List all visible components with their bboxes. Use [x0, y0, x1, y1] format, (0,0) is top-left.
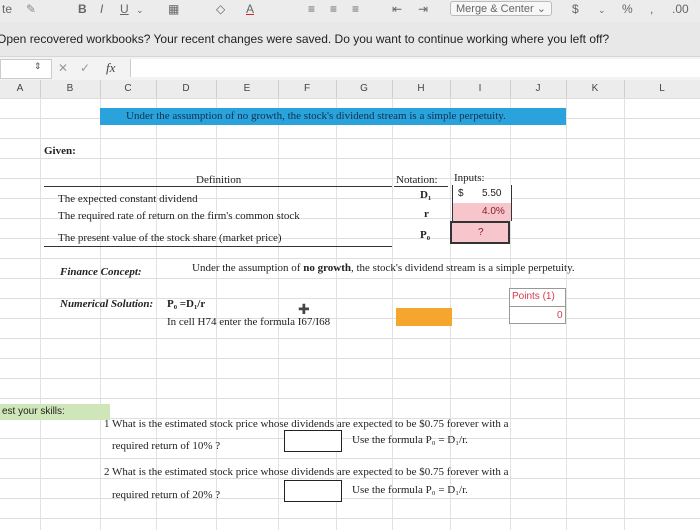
- numerical-solution-label: Numerical Solution:: [60, 298, 154, 310]
- question-1-line-1: What is the estimated stock price whose …: [112, 418, 509, 430]
- underline-button[interactable]: U: [120, 2, 129, 16]
- chevron-down-icon: ⌄: [536, 3, 546, 15]
- banner-text: Under the assumption of no growth, the s…: [126, 110, 506, 122]
- input-dividend-currency: $: [458, 188, 464, 199]
- align-right-icon[interactable]: ≡: [352, 2, 359, 16]
- bold-button[interactable]: B: [78, 2, 87, 16]
- question-2-line-1: What is the estimated stock price whose …: [112, 466, 509, 478]
- align-center-icon[interactable]: ≡: [330, 2, 337, 16]
- name-box-stepper-icon[interactable]: ⇕: [34, 61, 42, 72]
- merge-center-button[interactable]: Merge & Center ⌄: [450, 1, 552, 16]
- confirm-icon[interactable]: ✓: [80, 61, 90, 75]
- ribbon-toolbar: te ✎ B I U ⌄ ▦ ◇ A ≡ ≡ ≡ ⇤ ⇥ Merge & Cen…: [0, 0, 700, 23]
- finance-concept-bold: no growth: [303, 262, 351, 274]
- merge-center-label: Merge & Center: [456, 3, 534, 15]
- align-left-icon[interactable]: ≡: [308, 2, 315, 16]
- answer-cell-h74[interactable]: [396, 308, 452, 326]
- question-1-line-2: required return of 10% ?: [112, 440, 221, 452]
- input-price-value: ?: [478, 227, 484, 238]
- finance-concept-post: , the stock's dividend stream is a simpl…: [350, 262, 575, 274]
- definition-header: Definition: [196, 174, 242, 186]
- comma-style-icon[interactable]: ,: [650, 2, 653, 16]
- name-box[interactable]: [0, 59, 52, 79]
- given-label: Given:: [44, 145, 76, 157]
- column-header-k[interactable]: K: [566, 80, 625, 98]
- finance-concept-label: Finance Concept:: [60, 266, 142, 278]
- question-2-answer-cell[interactable]: [284, 480, 342, 502]
- notation-header: Notation:: [396, 174, 438, 186]
- italic-button[interactable]: I: [100, 2, 103, 16]
- decrease-indent-icon[interactable]: ⇤: [392, 2, 402, 16]
- question-2-line-2: required return of 20% ?: [112, 489, 221, 501]
- cell-cursor-icon: ✚: [298, 301, 310, 317]
- increase-indent-icon[interactable]: ⇥: [418, 2, 428, 16]
- column-header-d[interactable]: D: [156, 80, 217, 98]
- cancel-icon[interactable]: ✕: [58, 61, 68, 75]
- notation-row-2: r: [424, 208, 429, 220]
- column-header-c[interactable]: C: [100, 80, 157, 98]
- definition-row-2: The required rate of return on the firm'…: [58, 210, 300, 222]
- recovery-message-bar: Open recovered workbooks? Your recent ch…: [0, 22, 700, 56]
- column-header-f[interactable]: F: [278, 80, 337, 98]
- column-header-g[interactable]: G: [336, 80, 393, 98]
- fx-icon[interactable]: fx: [106, 60, 115, 76]
- question-1-answer-cell[interactable]: [284, 430, 342, 452]
- format-painter-icon[interactable]: ✎: [26, 2, 36, 16]
- inputs-header: Inputs:: [454, 172, 485, 184]
- column-header-h[interactable]: H: [392, 80, 451, 98]
- column-header-l[interactable]: L: [624, 80, 700, 98]
- notation-row-3: P₀: [420, 229, 431, 241]
- column-header-b[interactable]: B: [40, 80, 101, 98]
- numerical-solution-formula: P₀ =D₁/r: [167, 298, 206, 310]
- definition-row-3: The present value of the stock share (ma…: [58, 232, 282, 244]
- skills-label: est your skills:: [2, 406, 65, 417]
- decimal-icon[interactable]: .00: [672, 2, 689, 16]
- column-header-i[interactable]: I: [450, 80, 511, 98]
- fill-color-icon[interactable]: ◇: [216, 2, 225, 16]
- definition-row-1: The expected constant dividend: [58, 193, 198, 205]
- column-header-j[interactable]: J: [510, 80, 567, 98]
- borders-icon[interactable]: ▦: [168, 2, 179, 16]
- notation-row-1: D₁: [420, 189, 432, 201]
- points-label: Points (1): [512, 291, 555, 302]
- column-header-a[interactable]: A: [0, 80, 41, 98]
- finance-concept-text: Under the assumption of no growth, the s…: [192, 262, 575, 274]
- font-color-button[interactable]: A: [246, 2, 254, 16]
- question-1-hint: Use the formula P₀ = D₁/r.: [352, 434, 468, 446]
- formula-input[interactable]: [130, 59, 700, 77]
- input-rate-value: 4.0%: [482, 206, 505, 217]
- toolbar-clipped-text: te: [2, 2, 13, 16]
- points-value: 0: [557, 310, 563, 321]
- currency-button[interactable]: $: [572, 2, 579, 16]
- question-2-number: 2: [104, 466, 110, 478]
- question-1-number: 1: [104, 418, 110, 430]
- column-header-row: A B C D E F G H I J K L: [0, 80, 700, 99]
- finance-concept-pre: Under the assumption of: [192, 262, 304, 274]
- column-header-e[interactable]: E: [216, 80, 279, 98]
- recovery-message: Open recovered workbooks? Your recent ch…: [0, 32, 610, 46]
- question-2-hint: Use the formula P₀ = D₁/r.: [352, 484, 468, 496]
- chevron-down-icon[interactable]: ⌄: [598, 5, 606, 16]
- chevron-down-icon[interactable]: ⌄: [136, 5, 144, 16]
- input-dividend-value: 5.50: [482, 188, 502, 199]
- percent-button[interactable]: %: [622, 2, 633, 16]
- formula-bar: ⇕ ✕ ✓ fx: [0, 56, 700, 82]
